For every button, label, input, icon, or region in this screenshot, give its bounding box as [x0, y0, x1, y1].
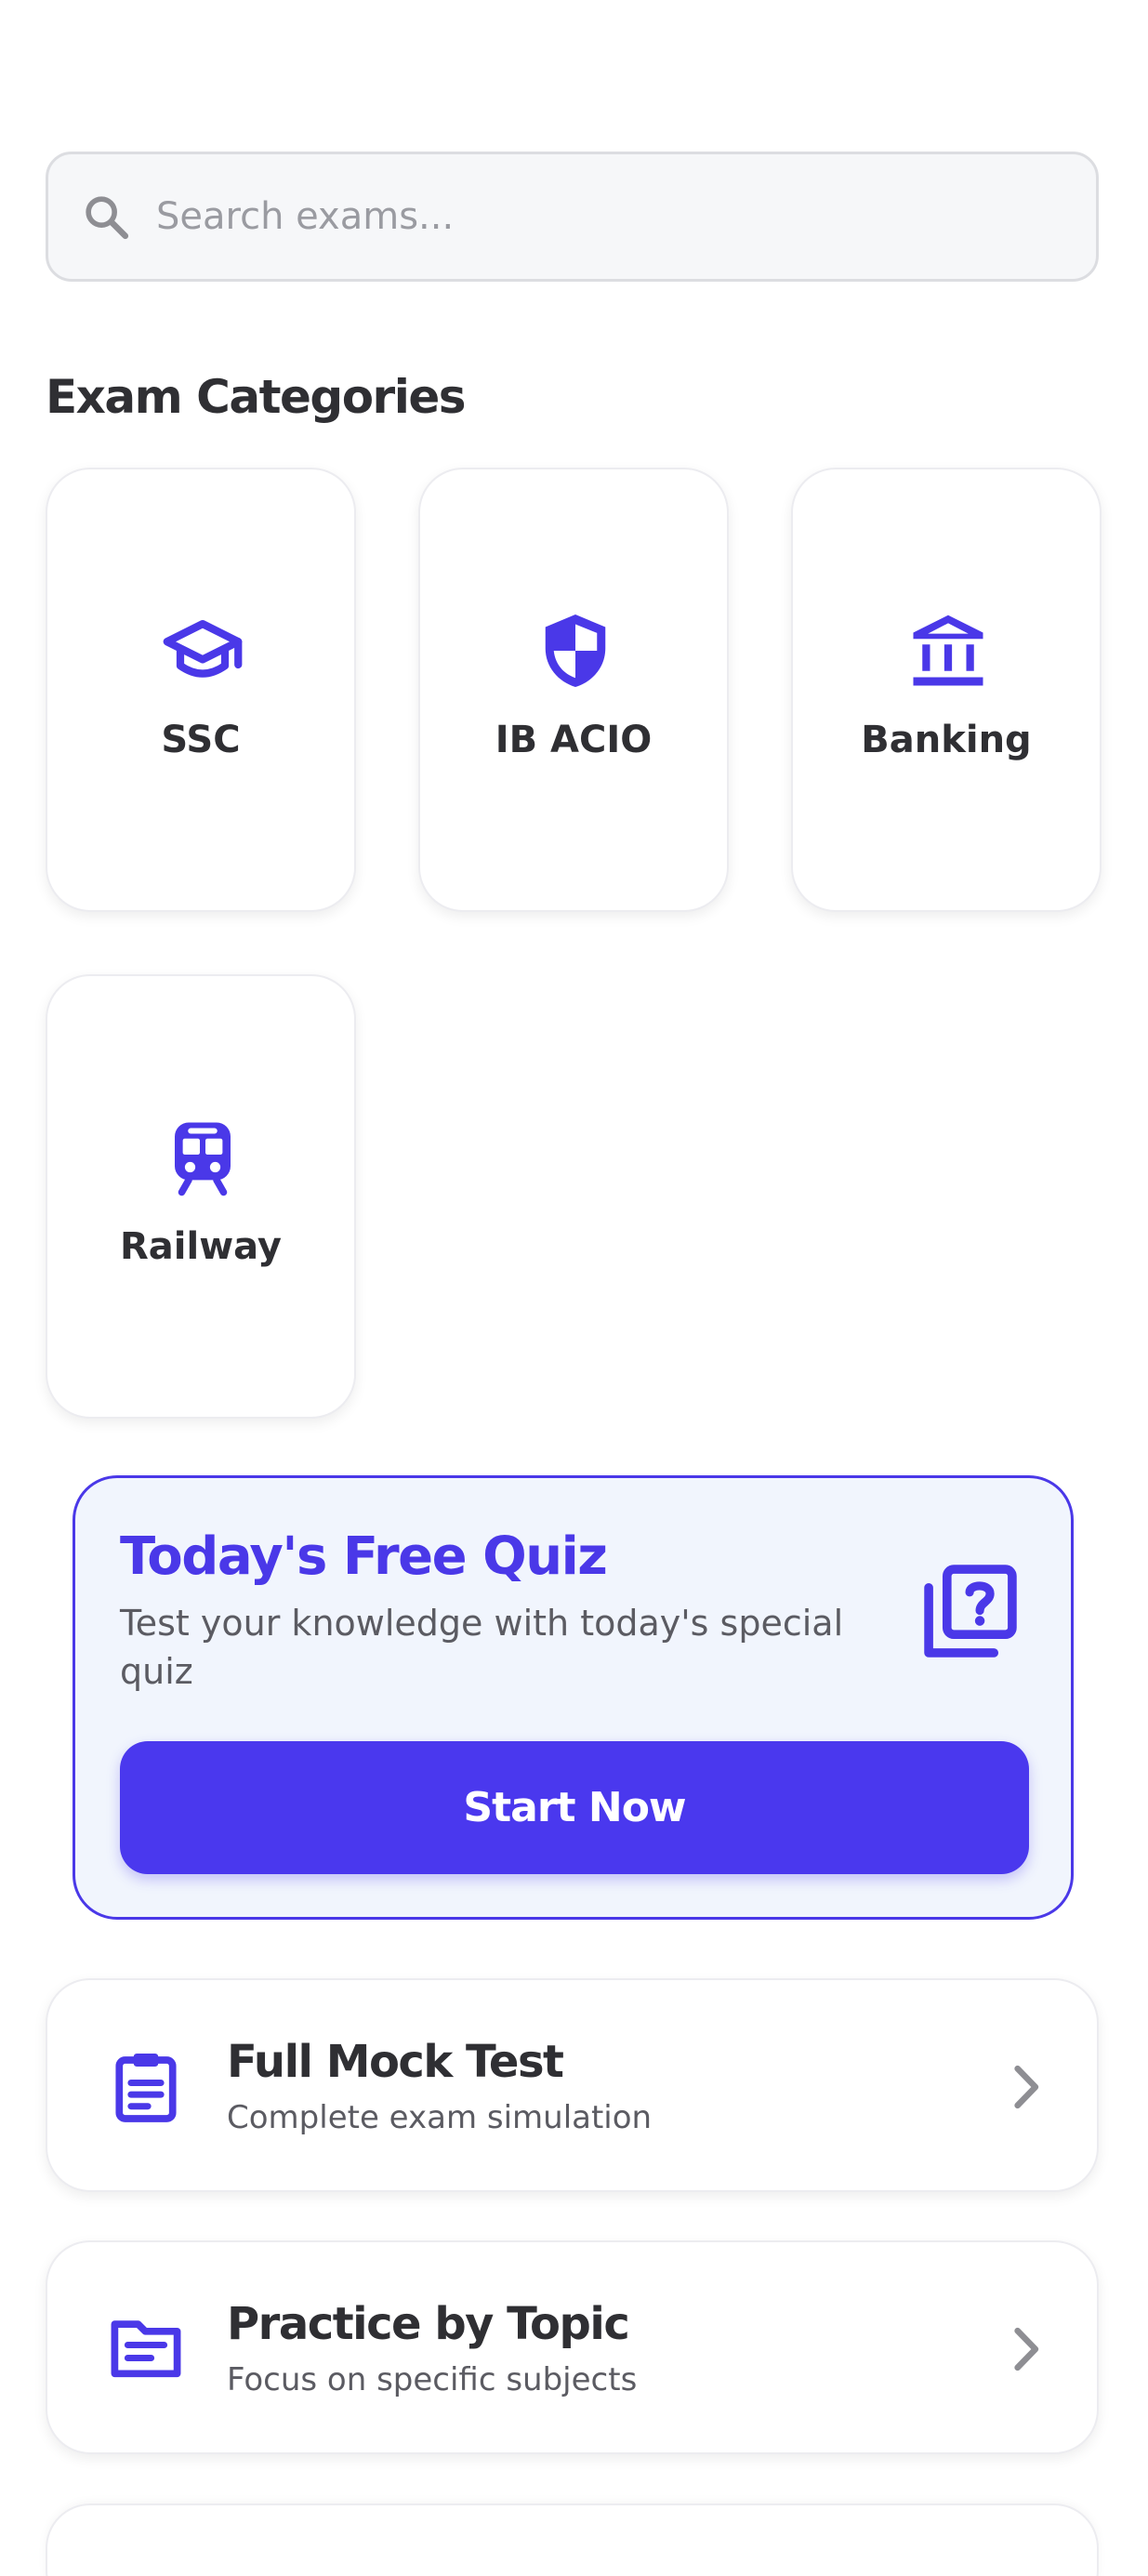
category-card-banking[interactable]: Banking: [791, 468, 1102, 912]
list-item-title: Practice by Topic: [227, 2298, 630, 2350]
clipboard-icon: [115, 2054, 177, 2122]
chevron-right-icon: [1014, 2327, 1039, 2371]
quiz-description: Test your knowledge with today's special…: [120, 1603, 844, 1692]
list-item-subtitle: Complete exam simulation: [227, 2099, 653, 2136]
shield-icon: [545, 614, 606, 687]
train-icon: [175, 1122, 231, 1196]
search-icon: [86, 196, 129, 240]
list-item-partial[interactable]: [46, 2503, 1099, 2576]
category-card-ssc[interactable]: SSC: [46, 468, 356, 912]
list-item-full-mock-test[interactable]: Full Mock Test Complete exam simulation: [46, 1978, 1099, 2192]
category-label: Railway: [119, 1225, 282, 1268]
section-title-exam-categories: Exam Categories: [46, 370, 467, 424]
category-card-ib-acio[interactable]: IB ACIO: [418, 468, 729, 912]
category-card-railway[interactable]: Railway: [46, 974, 356, 1419]
category-label: SSC: [161, 719, 241, 761]
category-label: Banking: [861, 719, 1032, 761]
quiz-icon: [924, 1565, 1017, 1658]
list-item-title: Full Mock Test: [227, 2036, 564, 2088]
quiz-title: Today's Free Quiz: [120, 1526, 608, 1587]
graduation-cap-icon: [163, 620, 243, 678]
search-box[interactable]: [46, 152, 1099, 282]
topic-icon: [111, 2320, 181, 2378]
free-quiz-card: Today's Free Quiz Test your knowledge wi…: [73, 1475, 1074, 1920]
category-label: IB ACIO: [495, 719, 653, 761]
bank-icon: [913, 614, 983, 686]
search-input[interactable]: [156, 173, 1049, 260]
list-item-subtitle: Focus on specific subjects: [227, 2361, 638, 2398]
list-item-practice-by-topic[interactable]: Practice by Topic Focus on specific subj…: [46, 2240, 1099, 2454]
chevron-right-icon: [1014, 2065, 1039, 2109]
start-now-button[interactable]: Start Now: [120, 1741, 1029, 1874]
